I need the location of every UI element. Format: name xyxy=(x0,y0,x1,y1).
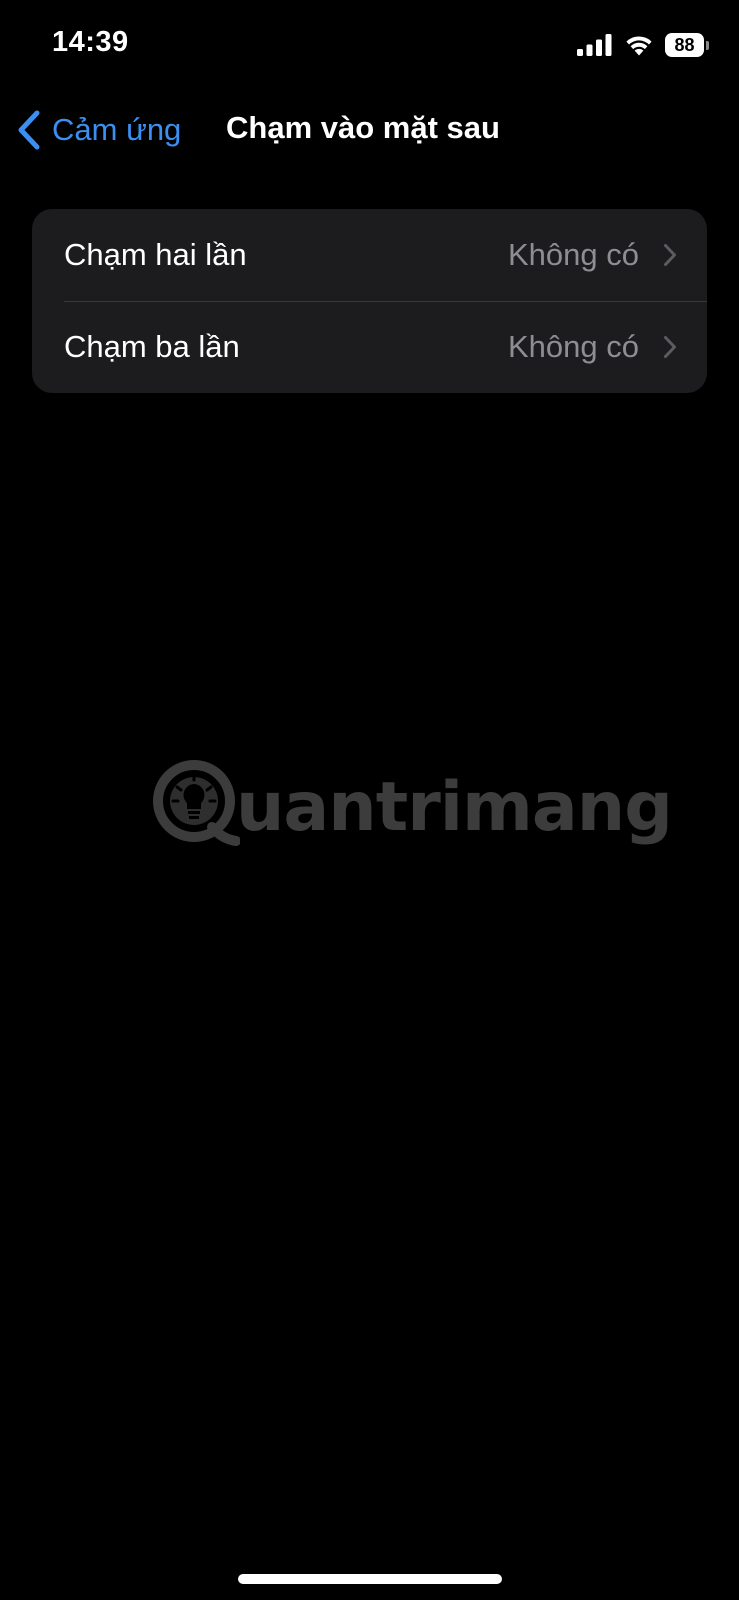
chevron-right-icon xyxy=(663,335,677,359)
back-button[interactable]: Cảm ứng xyxy=(16,106,181,154)
battery-level: 88 xyxy=(665,33,705,57)
signal-icon xyxy=(577,34,613,56)
back-label: Cảm ứng xyxy=(52,112,182,147)
status-time: 14:39 xyxy=(52,26,129,58)
navigation-bar: Cảm ứng Chạm vào mặt sau xyxy=(0,96,739,166)
status-icons: 88 xyxy=(577,30,709,60)
watermark: uantrimang xyxy=(150,748,673,858)
watermark-text: uantrimang xyxy=(236,767,673,847)
battery-tip xyxy=(706,40,709,50)
status-bar: 14:39 88 xyxy=(0,0,739,92)
home-indicator[interactable] xyxy=(238,1574,502,1584)
lightbulb-logo-icon xyxy=(150,753,240,853)
row-label: Chạm hai lần xyxy=(64,237,247,272)
settings-row-double-tap[interactable]: Chạm hai lần Không có xyxy=(32,209,707,301)
wifi-icon xyxy=(623,33,655,57)
settings-row-triple-tap[interactable]: Chạm ba lần Không có xyxy=(32,301,707,393)
row-label: Chạm ba lần xyxy=(64,329,240,364)
row-value: Không có xyxy=(508,329,639,364)
back-tap-settings-group: Chạm hai lần Không có Chạm ba lần Không … xyxy=(32,209,707,393)
row-value: Không có xyxy=(508,237,639,272)
page-title: Chạm vào mặt sau xyxy=(226,110,500,145)
battery-icon: 88 xyxy=(665,33,709,57)
chevron-left-icon xyxy=(16,110,42,150)
chevron-right-icon xyxy=(663,243,677,267)
